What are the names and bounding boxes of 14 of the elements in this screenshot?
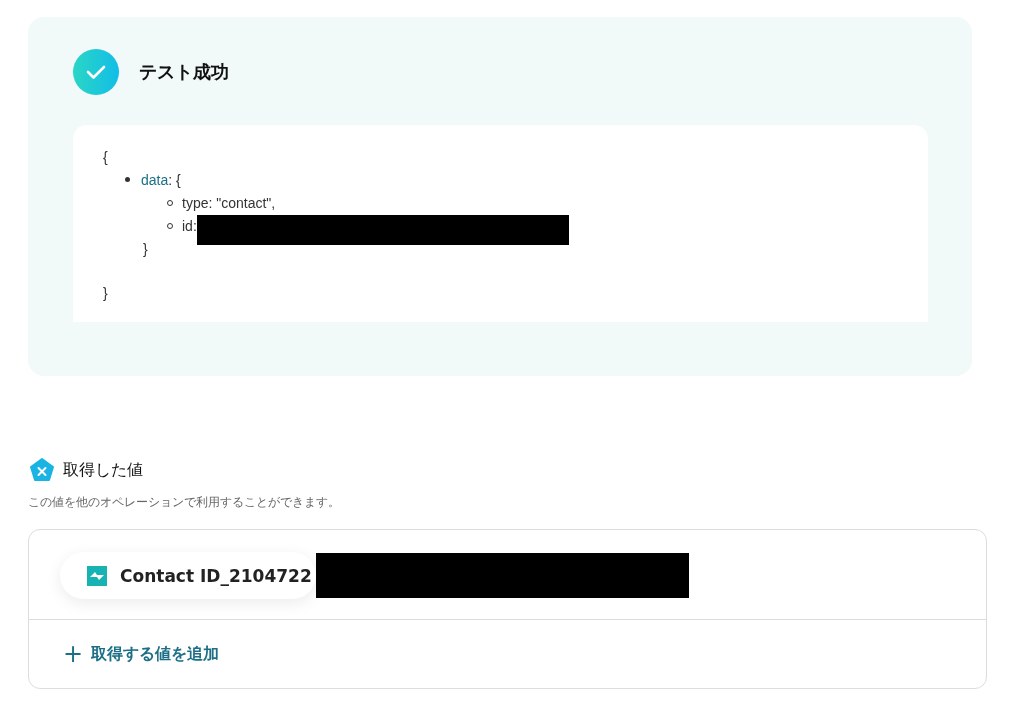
code-text: type: "contact", [182,194,276,211]
pentagon-icon [30,458,54,482]
bullet-icon [125,177,130,182]
section-title: 取得した値 [63,459,143,481]
app-logo-icon [87,565,107,586]
code-text: { [103,148,108,165]
code-text: id: [182,217,197,234]
result-title: テスト成功 [139,60,229,84]
code-text: } [143,240,148,257]
code-text: data: { [141,171,181,188]
section-description: この値を他のオペレーションで利用することができます。 [28,494,341,511]
value-chip[interactable]: Contact ID_2104722 [60,552,316,599]
code-text: } [103,284,108,301]
add-value-button[interactable]: + 取得する値を追加 [63,642,220,666]
